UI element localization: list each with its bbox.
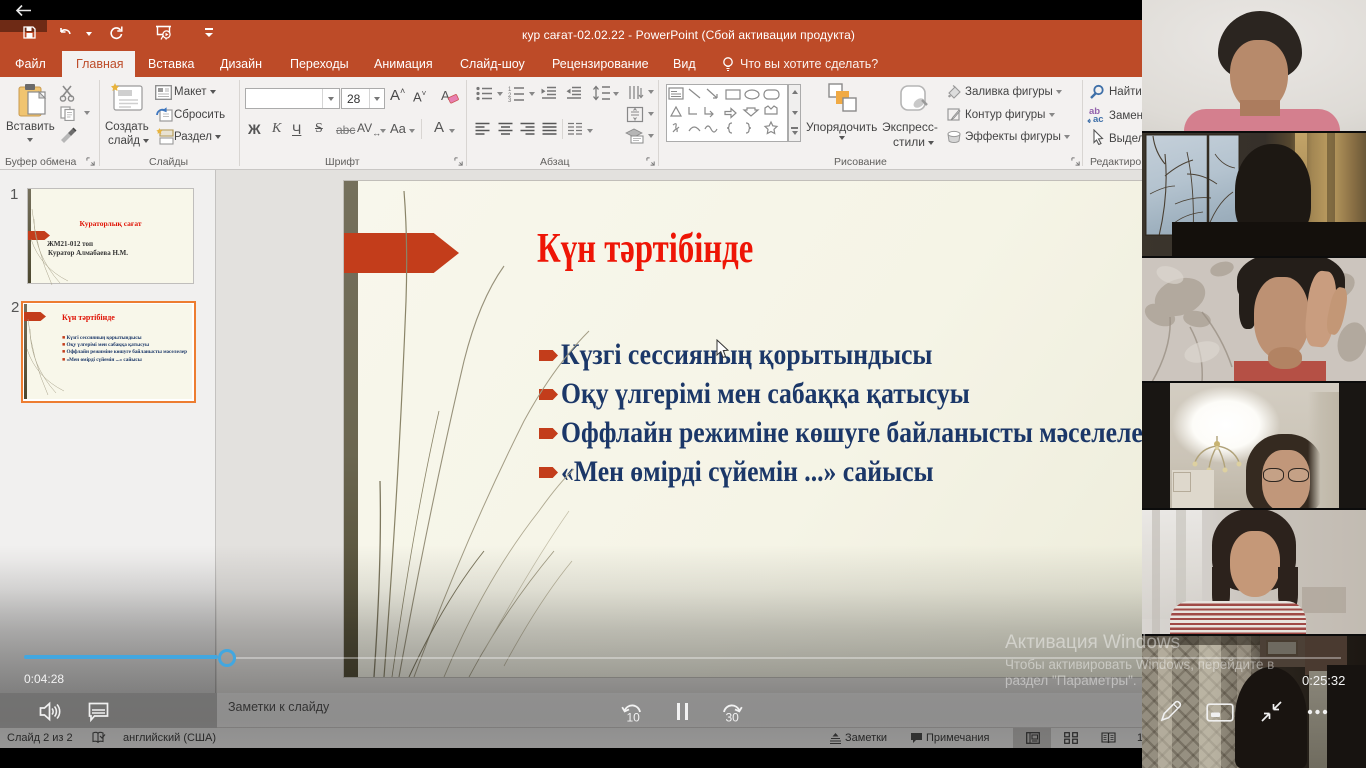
svg-text:ac: ac bbox=[1093, 114, 1104, 123]
svg-text:A: A bbox=[441, 88, 450, 103]
svg-text:3: 3 bbox=[508, 98, 512, 102]
svg-text:30: 30 bbox=[726, 711, 740, 724]
svg-text:10: 10 bbox=[627, 711, 641, 724]
